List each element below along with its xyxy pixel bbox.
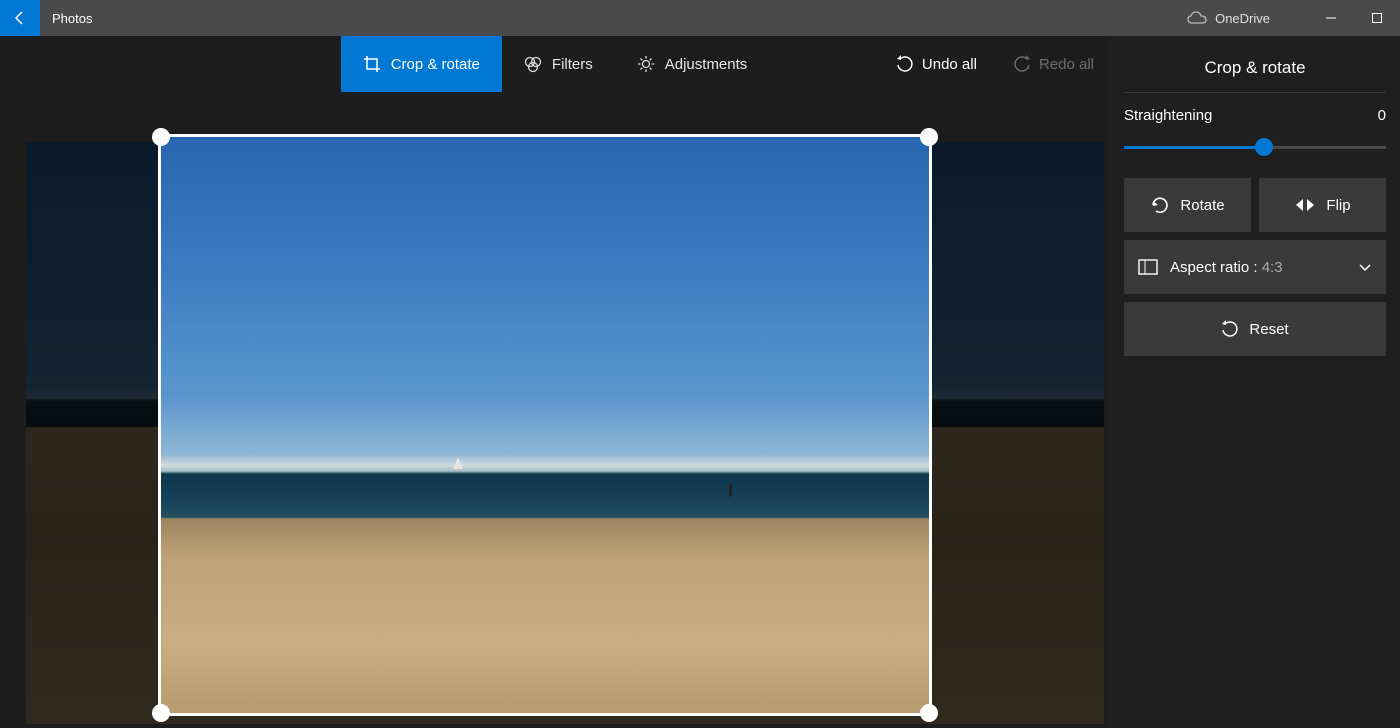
tab-label: Filters	[552, 56, 593, 73]
rotate-label: Rotate	[1180, 197, 1224, 214]
window-controls	[1308, 0, 1400, 36]
tab-adjustments[interactable]: Adjustments	[615, 36, 770, 92]
reset-icon	[1221, 320, 1239, 338]
aspect-label: Aspect ratio :	[1170, 259, 1258, 276]
straightening-value: 0	[1378, 107, 1386, 124]
sailboat-shape	[453, 457, 463, 469]
tab-label: Crop & rotate	[391, 56, 480, 73]
reset-button[interactable]: Reset	[1124, 302, 1386, 356]
tab-filters[interactable]: Filters	[502, 36, 615, 92]
crop-handle-bottom-left[interactable]	[152, 704, 170, 722]
undo-all-button[interactable]: Undo all	[888, 51, 985, 77]
tab-crop-rotate[interactable]: Crop & rotate	[341, 36, 502, 92]
redo-all-button: Redo all	[1005, 51, 1102, 77]
aspect-ratio-icon	[1138, 259, 1158, 275]
editor-main: Crop & rotate Filters Adjustments Undo a…	[0, 36, 1110, 728]
editor-toolbar: Crop & rotate Filters Adjustments Undo a…	[0, 36, 1110, 92]
onedrive-label: OneDrive	[1215, 11, 1270, 26]
straightening-label: Straightening	[1124, 107, 1212, 124]
flip-button[interactable]: Flip	[1259, 178, 1386, 232]
chevron-down-icon	[1358, 260, 1372, 274]
flip-icon	[1294, 197, 1316, 213]
redo-icon	[1013, 55, 1031, 73]
aspect-value: 4:3	[1262, 259, 1283, 276]
tab-label: Adjustments	[665, 56, 748, 73]
adjustments-icon	[637, 55, 655, 73]
slider-fill	[1124, 146, 1260, 149]
arrow-left-icon	[12, 10, 28, 26]
canvas-area[interactable]	[0, 92, 1110, 728]
crop-icon	[363, 55, 381, 73]
rotate-icon	[1150, 195, 1170, 215]
titlebar: Photos OneDrive	[0, 0, 1400, 36]
maximize-icon	[1371, 12, 1383, 24]
crop-handle-bottom-right[interactable]	[920, 704, 938, 722]
undo-icon	[896, 55, 914, 73]
flip-label: Flip	[1326, 197, 1350, 214]
undo-label: Undo all	[922, 56, 977, 73]
person-silhouette	[729, 483, 732, 497]
reset-label: Reset	[1249, 321, 1288, 338]
onedrive-status[interactable]: OneDrive	[1187, 11, 1270, 26]
maximize-button[interactable]	[1354, 0, 1400, 36]
photo-cropped	[161, 137, 929, 713]
slider-thumb[interactable]	[1255, 138, 1273, 156]
panel-title: Crop & rotate	[1124, 36, 1386, 93]
minimize-button[interactable]	[1308, 0, 1354, 36]
crop-handle-top-right[interactable]	[920, 128, 938, 146]
cloud-icon	[1187, 11, 1207, 25]
filters-icon	[524, 55, 542, 73]
back-button[interactable]	[0, 0, 40, 36]
redo-label: Redo all	[1039, 56, 1094, 73]
app-title: Photos	[52, 11, 92, 26]
aspect-ratio-select[interactable]: Aspect ratio : 4:3	[1124, 240, 1386, 294]
straightening-slider[interactable]	[1124, 134, 1386, 162]
side-panel: Crop & rotate Straightening 0 Rotate Fli…	[1110, 36, 1400, 728]
crop-handle-top-left[interactable]	[152, 128, 170, 146]
minimize-icon	[1325, 12, 1337, 24]
rotate-button[interactable]: Rotate	[1124, 178, 1251, 232]
crop-rectangle[interactable]	[158, 134, 932, 716]
